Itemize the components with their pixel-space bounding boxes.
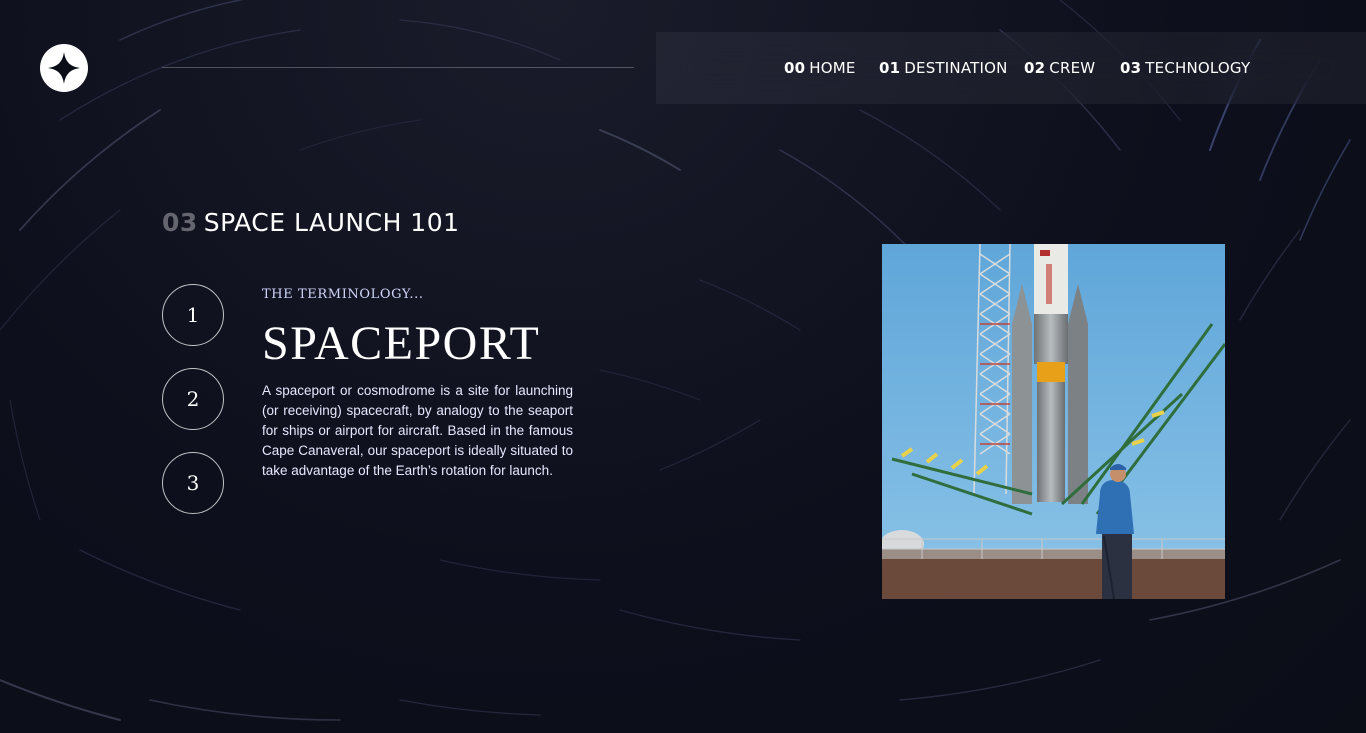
star-logo-icon <box>48 52 80 84</box>
nav-divider-line <box>162 67 634 68</box>
nav-item-label: TECHNOLOGY <box>1145 59 1251 77</box>
nav-item-label: HOME <box>809 59 856 77</box>
nav-item-number: 02 <box>1024 59 1046 77</box>
nav-item-label: DESTINATION <box>904 59 1008 77</box>
step-button-1[interactable]: 1 <box>162 284 224 346</box>
technology-description: A spaceport or cosmodrome is a site for … <box>262 383 573 478</box>
main-nav: 00 HOME 01 DESTINATION 02 CREW 03 TECHNOLOGY <box>656 32 1366 104</box>
launch-pad-illustration <box>882 244 1225 599</box>
nav-item-technology[interactable]: 03 TECHNOLOGY <box>1120 59 1250 77</box>
step-button-3[interactable]: 3 <box>162 452 224 514</box>
nav-item-destination[interactable]: 01 DESTINATION <box>879 59 1008 77</box>
technology-title: SPACEPORT <box>262 317 541 370</box>
page-title: 03 SPACE LAUNCH 101 <box>162 208 460 237</box>
logo[interactable] <box>40 44 88 92</box>
nav-item-crew[interactable]: 02 CREW <box>1024 59 1095 77</box>
page-title-number: 03 <box>162 208 198 237</box>
spaceport-photo <box>882 244 1225 599</box>
technology-subheading: THE TERMINOLOGY... <box>262 287 424 302</box>
nav-item-home[interactable]: 00 HOME <box>784 59 856 77</box>
nav-item-number: 00 <box>784 59 806 77</box>
step-button-2[interactable]: 2 <box>162 368 224 430</box>
nav-item-number: 01 <box>879 59 901 77</box>
nav-item-number: 03 <box>1120 59 1142 77</box>
page-title-text: SPACE LAUNCH 101 <box>203 208 460 237</box>
nav-item-label: CREW <box>1049 59 1096 77</box>
